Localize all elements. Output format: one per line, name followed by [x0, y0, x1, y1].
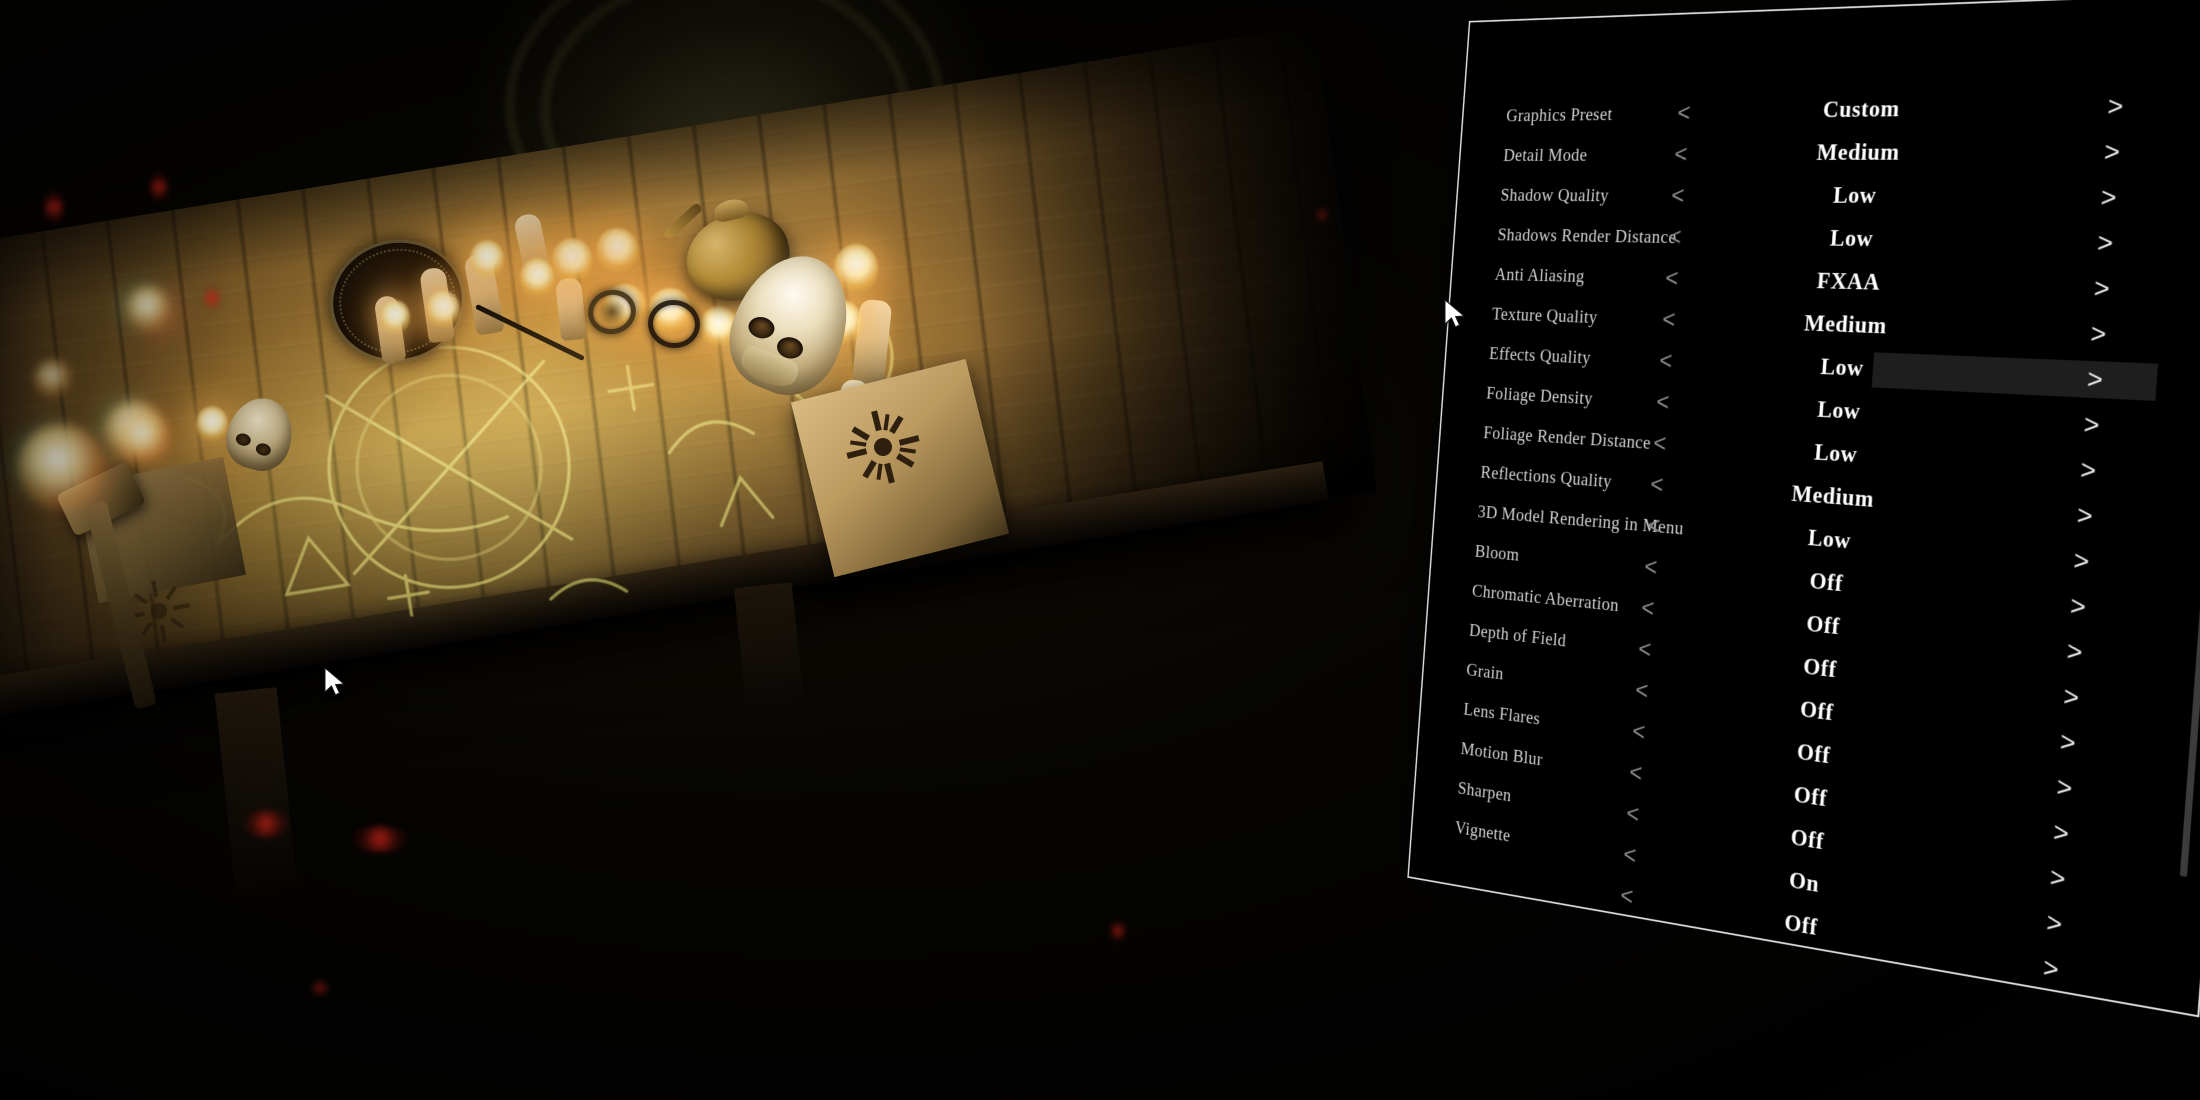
settings-row[interactable]: Detail Mode < Medium > [1460, 131, 2200, 172]
chevron-right-icon[interactable]: > [2090, 319, 2108, 349]
setting-label: Grain [1465, 658, 1505, 684]
chevron-right-icon[interactable]: > [2049, 862, 2066, 893]
chevron-right-icon[interactable]: > [2073, 546, 2091, 576]
candle-flame [596, 228, 638, 272]
setting-label: Anti Aliasing [1494, 263, 1586, 286]
setting-label: Chromatic Aberration [1471, 579, 1620, 616]
candle-flame [196, 406, 228, 442]
setting-label: Sharpen [1457, 776, 1513, 806]
setting-label: Texture Quality [1491, 302, 1599, 327]
candle-flame [380, 300, 410, 334]
settings-panel-content: Graphics Preset < Custom > Detail Mode < Mediu… [1409, 0, 2200, 1015]
setting-label: Reflections Quality [1480, 461, 1613, 492]
setting-label: Graphics Preset [1505, 103, 1614, 126]
red-glow-spark [310, 980, 330, 996]
chevron-left-icon[interactable]: < [1632, 717, 1647, 745]
setting-label: Depth of Field [1468, 619, 1567, 651]
candle-flame [520, 258, 554, 296]
setting-value: Medium [1815, 140, 1901, 166]
game-screen: Graphics Preset < Custom > Detail Mode < Mediu… [0, 0, 2200, 1100]
setting-label: Detail Mode [1502, 143, 1589, 165]
chevron-right-icon[interactable]: > [2093, 274, 2111, 303]
setting-label: Shadow Quality [1499, 184, 1610, 206]
setting-label: Bloom [1474, 540, 1521, 565]
chevron-left-icon[interactable]: < [1674, 141, 1689, 167]
bokeh-chromatic-fringe [112, 272, 188, 348]
chevron-right-icon[interactable]: > [2069, 591, 2087, 621]
chevron-right-icon[interactable]: > [2096, 228, 2114, 257]
chevron-right-icon[interactable]: > [2042, 953, 2059, 984]
bokeh-flame [118, 412, 170, 464]
bokeh-flame [34, 360, 72, 398]
graphics-settings-panel: Graphics Preset < Custom > Detail Mode < Mediu… [1318, 0, 2200, 1020]
red-glow-spark [204, 284, 220, 312]
chevron-right-icon[interactable]: > [2076, 500, 2094, 530]
chevron-right-icon[interactable]: > [2083, 410, 2101, 440]
setting-value: Custom [1822, 96, 1901, 123]
chevron-right-icon[interactable]: > [2059, 727, 2077, 758]
chevron-right-icon[interactable]: > [2100, 183, 2118, 212]
setting-label: Motion Blur [1460, 737, 1544, 770]
chevron-left-icon[interactable]: < [1671, 182, 1686, 208]
chevron-right-icon[interactable]: > [2086, 364, 2104, 394]
setting-value: Low [1829, 226, 1875, 252]
chevron-left-icon[interactable]: < [1629, 758, 1644, 786]
chevron-left-icon[interactable]: < [1653, 429, 1668, 456]
chevron-right-icon[interactable]: > [2107, 91, 2125, 120]
candle-flame [470, 240, 504, 278]
chevron-right-icon[interactable]: > [2066, 636, 2084, 667]
setting-label: Effects Quality [1488, 342, 1592, 368]
candle-flame [426, 290, 460, 328]
chevron-left-icon[interactable]: < [1668, 223, 1683, 250]
chevron-right-icon[interactable]: > [2103, 137, 2121, 166]
chevron-left-icon[interactable]: < [1638, 635, 1653, 663]
chevron-left-icon[interactable]: < [1620, 881, 1635, 909]
settings-row[interactable]: Shadow Quality < Low > [1457, 178, 2200, 219]
settings-row[interactable]: Graphics Preset < Custom > [1462, 84, 2200, 132]
chevron-right-icon[interactable]: > [2063, 681, 2081, 712]
candle-flame [552, 238, 592, 282]
red-glow-spark [44, 190, 64, 224]
setting-value: Low [1816, 397, 1862, 425]
small-skull-eye [234, 431, 253, 448]
small-skull-eye [254, 441, 273, 458]
chevron-left-icon[interactable]: < [1677, 99, 1692, 126]
chevron-right-icon[interactable]: > [2046, 907, 2063, 938]
chevron-left-icon[interactable]: < [1659, 347, 1674, 374]
settings-panel-surface: Graphics Preset < Custom > Detail Mode < Mediu… [1407, 0, 2200, 1018]
red-glow-spark [352, 826, 408, 852]
setting-value: Low [1832, 183, 1878, 209]
settings-row-list: Graphics Preset < Custom > Detail Mode < Mediu… [1454, 0, 2200, 984]
setting-label: Foliage Density [1485, 382, 1594, 409]
chevron-right-icon[interactable]: > [2079, 455, 2097, 485]
chevron-left-icon[interactable]: < [1623, 840, 1638, 868]
setting-label: Foliage Render Distance [1482, 421, 1652, 453]
chevron-right-icon[interactable]: > [2056, 772, 2074, 803]
setting-label: Lens Flares [1462, 698, 1541, 729]
red-glow-spark [242, 810, 290, 838]
red-glow-spark [1110, 920, 1126, 942]
skull-eye-socket [746, 314, 777, 341]
chevron-left-icon[interactable]: < [1662, 306, 1677, 333]
setting-value: FXAA [1816, 269, 1882, 296]
chevron-left-icon[interactable]: < [1626, 799, 1641, 827]
chevron-left-icon[interactable]: < [1641, 594, 1656, 622]
chevron-left-icon[interactable]: < [1656, 388, 1671, 415]
setting-value: Low [1813, 440, 1859, 468]
chevron-left-icon[interactable]: < [1650, 471, 1665, 498]
setting-value: Medium [1803, 311, 1888, 339]
red-glow-spark [150, 172, 168, 202]
setting-label: Vignette [1454, 816, 1512, 846]
chevron-left-icon[interactable]: < [1644, 553, 1659, 580]
setting-label: Shadows Render Distance [1497, 223, 1678, 248]
chevron-left-icon[interactable]: < [1635, 676, 1650, 704]
chevron-left-icon[interactable]: < [1665, 264, 1680, 291]
chevron-left-icon[interactable]: < [1647, 512, 1662, 539]
chevron-right-icon[interactable]: > [2052, 817, 2069, 848]
